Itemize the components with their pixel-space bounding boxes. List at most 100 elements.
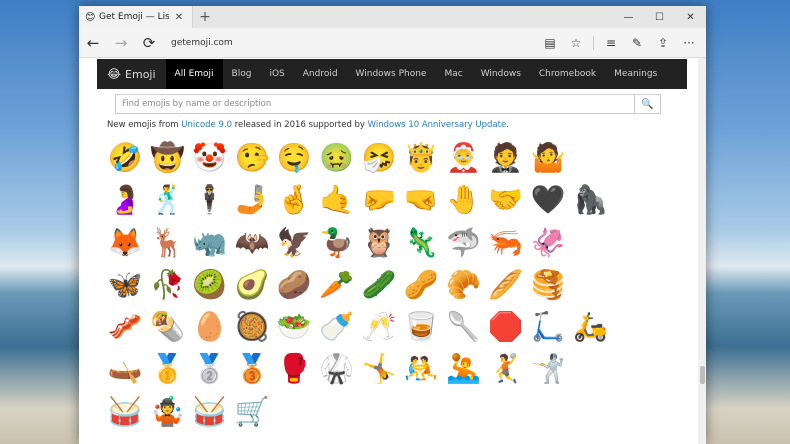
emoji-item[interactable]: 🥈 [189, 348, 231, 390]
emoji-item[interactable]: 🥉 [231, 348, 273, 390]
back-button[interactable]: ← [79, 28, 107, 58]
emoji-item[interactable]: 🥖 [485, 264, 527, 306]
emoji-item[interactable]: 🤠 [146, 137, 188, 179]
emoji-item[interactable]: 🥃 [400, 306, 442, 348]
nav-item-android[interactable]: Android [294, 59, 347, 89]
more-icon[interactable]: ··· [676, 28, 702, 58]
emoji-item[interactable]: 🤢 [315, 137, 357, 179]
emoji-item[interactable]: 🤼 [400, 348, 442, 390]
emoji-item[interactable]: 🥁 [189, 391, 231, 433]
emoji-item[interactable]: 🤵 [485, 137, 527, 179]
unicode-link[interactable]: Unicode 9.0 [181, 120, 232, 130]
emoji-item[interactable]: 🤞 [273, 179, 315, 221]
emoji-item[interactable]: 🤷 [527, 137, 569, 179]
emoji-item[interactable]: 🦈 [442, 222, 484, 264]
windows-update-link[interactable]: Windows 10 Anniversary Update [368, 120, 507, 130]
emoji-item[interactable]: 🥀 [146, 264, 188, 306]
minimize-button[interactable]: — [613, 6, 644, 28]
emoji-item[interactable]: 🦑 [527, 222, 569, 264]
emoji-item[interactable]: 🥗 [273, 306, 315, 348]
search-input[interactable] [116, 95, 634, 113]
maximize-button[interactable]: ☐ [644, 6, 675, 28]
browser-tab[interactable]: 😊 Get Emoji — List of ✕ [79, 6, 193, 28]
scroll-thumb[interactable] [700, 366, 705, 384]
emoji-item[interactable]: 🕺 [146, 179, 188, 221]
emoji-item[interactable]: 🦊 [104, 222, 146, 264]
emoji-item[interactable]: 🥒 [358, 264, 400, 306]
emoji-item[interactable]: 🦏 [189, 222, 231, 264]
emoji-item[interactable]: 🤹 [146, 391, 188, 433]
nav-item-meanings[interactable]: Meanings [605, 59, 666, 89]
emoji-item[interactable]: 🤧 [358, 137, 400, 179]
emoji-item[interactable]: 🤚 [442, 179, 484, 221]
emoji-item[interactable]: 🦋 [104, 264, 146, 306]
emoji-item[interactable]: 🥚 [189, 306, 231, 348]
reading-view-icon[interactable]: ▤ [537, 28, 563, 58]
emoji-item[interactable]: 🍼 [315, 306, 357, 348]
emoji-item[interactable]: 🤥 [231, 137, 273, 179]
favorite-star-icon[interactable]: ☆ [563, 28, 589, 58]
nav-item-blog[interactable]: Blog [223, 59, 261, 89]
nav-item-windows[interactable]: Windows [472, 59, 530, 89]
close-window-button[interactable]: ✕ [675, 6, 706, 28]
refresh-button[interactable]: ⟳ [135, 28, 163, 58]
emoji-item[interactable]: 🌯 [146, 306, 188, 348]
emoji-item[interactable]: 🤸 [358, 348, 400, 390]
emoji-item[interactable]: 🥊 [273, 348, 315, 390]
new-tab-button[interactable]: + [193, 6, 217, 28]
emoji-item[interactable]: 🥁 [104, 391, 146, 433]
emoji-item[interactable]: 🕴 [189, 179, 231, 221]
emoji-item[interactable]: 🤳 [231, 179, 273, 221]
emoji-item[interactable]: 🥇 [146, 348, 188, 390]
emoji-item[interactable]: 🛒 [231, 391, 273, 433]
forward-button[interactable]: → [107, 28, 135, 58]
emoji-item[interactable]: 🤴 [400, 137, 442, 179]
emoji-item[interactable]: 🦎 [400, 222, 442, 264]
nav-item-ios[interactable]: iOS [260, 59, 293, 89]
emoji-item[interactable]: 🥐 [442, 264, 484, 306]
emoji-item[interactable]: 🥑 [231, 264, 273, 306]
close-tab-icon[interactable]: ✕ [173, 12, 185, 23]
nav-item-all-emoji[interactable]: All Emoji [165, 59, 223, 89]
emoji-item[interactable]: 🥄 [442, 306, 484, 348]
nav-item-mac[interactable]: Mac [435, 59, 471, 89]
emoji-item[interactable]: 🥕 [315, 264, 357, 306]
search-button[interactable]: 🔍 [634, 95, 660, 113]
url-field[interactable]: getemoji.com [171, 38, 233, 48]
scrollbar[interactable] [698, 58, 706, 444]
web-note-icon[interactable]: ✎ [624, 28, 650, 58]
emoji-item[interactable]: 🥝 [189, 264, 231, 306]
emoji-item[interactable]: 🤛 [358, 179, 400, 221]
emoji-item[interactable]: 🦌 [146, 222, 188, 264]
emoji-item[interactable]: 🤽 [442, 348, 484, 390]
emoji-item[interactable]: 🤝 [485, 179, 527, 221]
emoji-item[interactable]: 🤙 [315, 179, 357, 221]
emoji-item[interactable]: 🦅 [273, 222, 315, 264]
emoji-item[interactable]: 🦍 [569, 179, 611, 221]
emoji-item[interactable]: 🛴 [527, 306, 569, 348]
emoji-item[interactable]: 🛵 [569, 306, 611, 348]
emoji-item[interactable]: 🤣 [104, 137, 146, 179]
emoji-item[interactable]: 🥞 [527, 264, 569, 306]
hub-icon[interactable]: ≡ [598, 28, 624, 58]
emoji-item[interactable]: 🛶 [104, 348, 146, 390]
emoji-item[interactable]: 🥂 [358, 306, 400, 348]
emoji-item[interactable]: 🤺 [527, 348, 569, 390]
emoji-item[interactable]: 🦐 [485, 222, 527, 264]
emoji-item[interactable]: 🖤 [527, 179, 569, 221]
emoji-item[interactable]: 🥔 [273, 264, 315, 306]
site-brand[interactable]: 😂 Emoji [97, 67, 166, 81]
emoji-item[interactable]: 🤜 [400, 179, 442, 221]
emoji-item[interactable]: 🥜 [400, 264, 442, 306]
emoji-item[interactable]: 🛑 [485, 306, 527, 348]
emoji-item[interactable]: 🤡 [189, 137, 231, 179]
emoji-item[interactable]: 🤾 [485, 348, 527, 390]
nav-item-chromebook[interactable]: Chromebook [530, 59, 605, 89]
emoji-item[interactable]: 🥓 [104, 306, 146, 348]
share-icon[interactable]: ⇪ [650, 28, 676, 58]
emoji-item[interactable]: 🥋 [315, 348, 357, 390]
emoji-item[interactable]: 🤶 [442, 137, 484, 179]
emoji-item[interactable]: 🦆 [315, 222, 357, 264]
emoji-item[interactable]: 🤤 [273, 137, 315, 179]
nav-item-windows-phone[interactable]: Windows Phone [347, 59, 436, 89]
